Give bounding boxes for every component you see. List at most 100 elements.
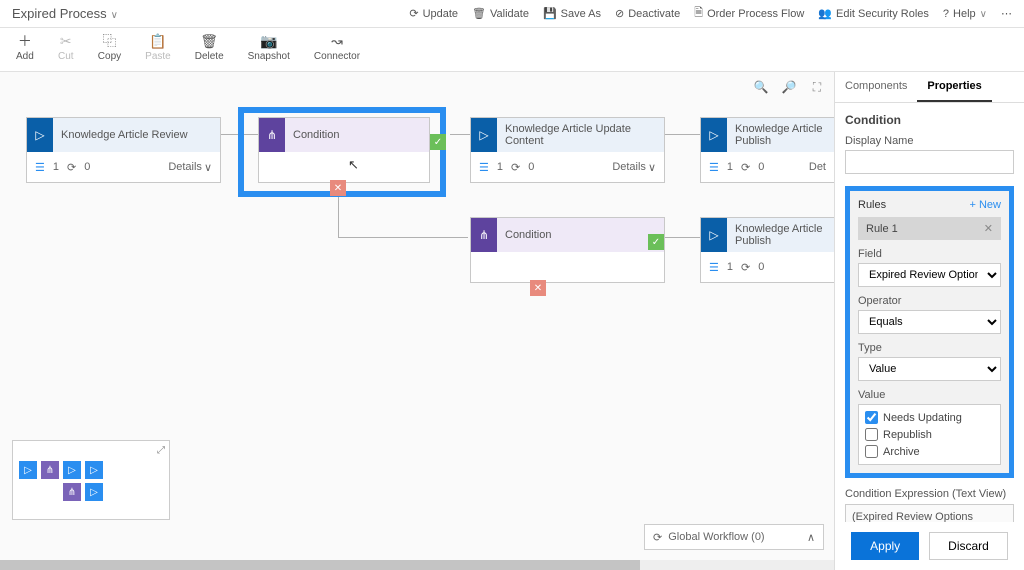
steps-count: 1 (727, 261, 733, 273)
condition-icon: ⋔ (471, 218, 497, 252)
connector-line (338, 237, 468, 238)
type-select[interactable]: Value (858, 357, 1001, 381)
add-tool[interactable]: ＋Add (16, 33, 34, 62)
cut-tool: ✂ Cut (58, 33, 74, 62)
security-icon: 👥 (818, 7, 832, 20)
apply-button[interactable]: Apply (851, 532, 919, 560)
update-action[interactable]: ⟳ Update (409, 7, 458, 20)
details-toggle[interactable]: Details∨ (168, 161, 212, 174)
steps-icon: ☰ (709, 161, 719, 174)
order-icon: 🗎 (694, 4, 703, 23)
refresh-icon: ⟳ (409, 7, 418, 20)
minimap-row: ⋔ ▷ (63, 483, 163, 501)
zoom-in-button[interactable]: 🔍 (752, 78, 770, 96)
section-title: Condition (845, 113, 1014, 127)
refresh-icon: ⟳ (653, 531, 662, 544)
condition-expression-text: (Expired Review Options Equals [Needs Up… (845, 504, 1014, 522)
value-option-archive[interactable]: Archive (865, 443, 994, 460)
connector-line (665, 237, 700, 238)
node-stats: ☰1 ⟳0 (479, 161, 534, 174)
node-body: ☰1 ⟳0 Details∨ (471, 152, 664, 182)
minimap-node: ⋔ (41, 461, 59, 479)
rules-label: Rules (858, 199, 886, 211)
value-label: Value (858, 389, 1001, 401)
global-workflow-bar[interactable]: ⟳ Global Workflow (0) ∧ (644, 524, 824, 550)
process-title[interactable]: Expired Process (12, 6, 118, 21)
node-header: ▷ Knowledge Article Review (27, 118, 220, 152)
display-name-label: Display Name (845, 135, 1014, 147)
workflow-count: 0 (758, 161, 764, 173)
tab-properties[interactable]: Properties (917, 72, 991, 102)
operator-select[interactable]: Equals (858, 310, 1001, 334)
snapshot-tool[interactable]: 📷Snapshot (248, 33, 290, 62)
rule-item[interactable]: Rule 1 ✕ (858, 217, 1001, 240)
value-option-needs[interactable]: Needs Updating (865, 409, 994, 426)
operator-label: Operator (858, 295, 1001, 307)
node-body (259, 152, 429, 182)
node-knowledge-article-publish-2[interactable]: ▷ Knowledge Article Publish ☰1 ⟳0 (700, 217, 834, 283)
more-icon: ⋯ (1001, 7, 1012, 20)
connector-tool[interactable]: ↝Connector (314, 33, 360, 62)
copy-tool[interactable]: ⿻Copy (98, 33, 121, 62)
snapshot-label: Snapshot (248, 51, 290, 62)
panel-tabs: Components Properties (835, 72, 1024, 103)
designer-canvas[interactable]: 🔍 🔎 ⛶ ▷ Knowledge Article Review ☰1 ⟳0 D… (0, 72, 834, 570)
node-header: ⋔ Condition (259, 118, 429, 152)
refresh-icon: ⟳ (741, 161, 750, 174)
main-area: 🔍 🔎 ⛶ ▷ Knowledge Article Review ☰1 ⟳0 D… (0, 72, 1024, 570)
node-knowledge-article-publish-1[interactable]: ▷ Knowledge Article Publish ☰1 ⟳0 Det (700, 117, 834, 183)
properties-panel: Components Properties Condition Display … (834, 72, 1024, 570)
node-condition-1[interactable]: ⋔ Condition (258, 117, 430, 183)
node-knowledge-article-update[interactable]: ▷ Knowledge Article Update Content ☰1 ⟳0… (470, 117, 665, 183)
zoom-out-button[interactable]: 🔎 (780, 78, 798, 96)
delete-icon: 🗑 (201, 33, 217, 49)
field-select[interactable]: Expired Review Options (858, 263, 1001, 287)
details-label: Details (168, 161, 202, 173)
save-as-action[interactable]: 💾Save As (543, 7, 601, 20)
details-toggle[interactable]: Det (809, 161, 826, 173)
cut-label: Cut (58, 51, 74, 62)
add-rule-link[interactable]: + New (970, 199, 1002, 211)
stage-icon: ▷ (471, 118, 497, 152)
node-body: ☰1 ⟳0 Details∨ (27, 152, 220, 182)
fit-button[interactable]: ⛶ (808, 78, 826, 96)
horizontal-scrollbar[interactable] (0, 560, 834, 570)
checkbox-archive[interactable] (865, 445, 878, 458)
edit-security-action[interactable]: 👥Edit Security Roles (818, 7, 929, 20)
details-toggle[interactable]: Details∨ (612, 161, 656, 174)
validate-action[interactable]: 🗑Validate (472, 7, 529, 20)
process-title-text: Expired Process (12, 6, 107, 21)
delete-tool[interactable]: 🗑Delete (195, 33, 224, 62)
node-title: Condition (285, 118, 429, 152)
cut-icon: ✂ (58, 33, 74, 49)
expand-icon[interactable]: ⤢ (157, 445, 165, 456)
steps-count: 1 (727, 161, 733, 173)
node-condition-2[interactable]: ⋔ Condition (470, 217, 665, 283)
connector-icon: ↝ (329, 33, 345, 49)
help-action[interactable]: ?Help (943, 8, 987, 20)
more-action[interactable]: ⋯ (1001, 7, 1012, 20)
minimap-node: ▷ (85, 461, 103, 479)
scrollbar-thumb[interactable] (0, 560, 640, 570)
tab-components[interactable]: Components (835, 72, 917, 102)
minimap[interactable]: ⤢ ▷ ⋔ ▷ ▷ ⋔ ▷ (12, 440, 170, 520)
update-label: Update (423, 8, 458, 20)
deactivate-action[interactable]: ⊘Deactivate (615, 7, 680, 20)
value-option-republish[interactable]: Republish (865, 426, 994, 443)
order-flow-action[interactable]: 🗎Order Process Flow (694, 4, 804, 23)
discard-button[interactable]: Discard (929, 532, 1008, 560)
minimap-node: ▷ (19, 461, 37, 479)
steps-icon: ☰ (479, 161, 489, 174)
global-workflow-label: Global Workflow (0) (668, 531, 764, 543)
refresh-icon: ⟳ (67, 161, 76, 174)
checkbox-needs[interactable] (865, 411, 878, 424)
checkbox-republish[interactable] (865, 428, 878, 441)
display-name-input[interactable] (845, 150, 1014, 174)
node-knowledge-article-review[interactable]: ▷ Knowledge Article Review ☰1 ⟳0 Details… (26, 117, 221, 183)
stage-icon: ▷ (701, 118, 727, 152)
chevron-down-icon: ∨ (204, 161, 212, 174)
chevron-down-icon: ∨ (648, 161, 656, 174)
toolbar: ＋Add ✂Cut ⿻Copy 📋Paste 🗑Delete 📷Snapshot… (0, 28, 1024, 72)
refresh-icon: ⟳ (741, 261, 750, 274)
close-icon[interactable]: ✕ (984, 222, 993, 235)
